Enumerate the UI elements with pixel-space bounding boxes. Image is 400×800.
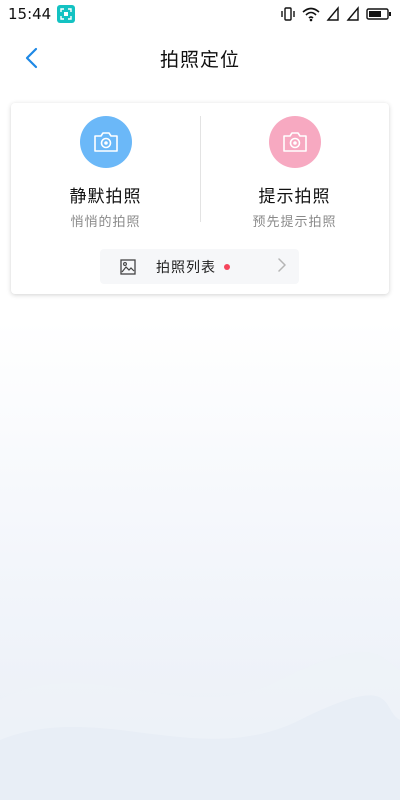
header: 拍照定位 <box>0 34 400 82</box>
status-left: 15:44 <box>8 5 76 23</box>
silent-photo-icon-circle <box>79 116 132 168</box>
signal-icon <box>326 6 340 22</box>
divider <box>200 116 201 222</box>
signal-icon <box>346 6 360 22</box>
status-time: 15:44 <box>8 5 52 23</box>
chevron-right-icon <box>277 257 287 276</box>
silent-photo-title: 静默拍照 <box>69 187 142 207</box>
prompt-photo-option[interactable]: 提示拍照 预先提示拍照 <box>200 103 389 233</box>
prompt-photo-icon-circle <box>268 116 321 168</box>
status-bar: 15:44 <box>0 0 400 28</box>
wifi-icon <box>302 6 320 22</box>
photo-options: 静默拍照 悄悄的拍照 提示拍照 预先提示拍照 <box>11 103 389 233</box>
scan-app-icon <box>57 5 76 23</box>
back-button[interactable] <box>14 42 50 74</box>
image-icon <box>120 258 136 275</box>
background-wave <box>0 651 400 800</box>
camera-icon <box>93 132 118 152</box>
photo-list-label: 拍照列表 <box>156 259 216 276</box>
prompt-photo-title: 提示拍照 <box>258 187 331 207</box>
silent-photo-option[interactable]: 静默拍照 悄悄的拍照 <box>11 103 200 233</box>
silent-photo-subtitle: 悄悄的拍照 <box>70 215 141 230</box>
photo-list-button[interactable]: 拍照列表 <box>100 249 299 284</box>
camera-icon <box>282 132 307 152</box>
screen: 15:44 拍照定位 静默拍照 悄悄的拍照 提示拍照 预先提示拍照 拍照列表 <box>0 0 400 800</box>
page-title: 拍照定位 <box>159 48 240 71</box>
new-badge-dot <box>224 263 230 270</box>
status-right <box>280 6 392 22</box>
prompt-photo-subtitle: 预先提示拍照 <box>252 215 337 230</box>
battery-icon <box>366 7 392 21</box>
photo-options-card: 静默拍照 悄悄的拍照 提示拍照 预先提示拍照 拍照列表 <box>11 103 389 294</box>
chevron-left-icon <box>25 47 38 69</box>
vibrate-icon <box>280 6 296 22</box>
